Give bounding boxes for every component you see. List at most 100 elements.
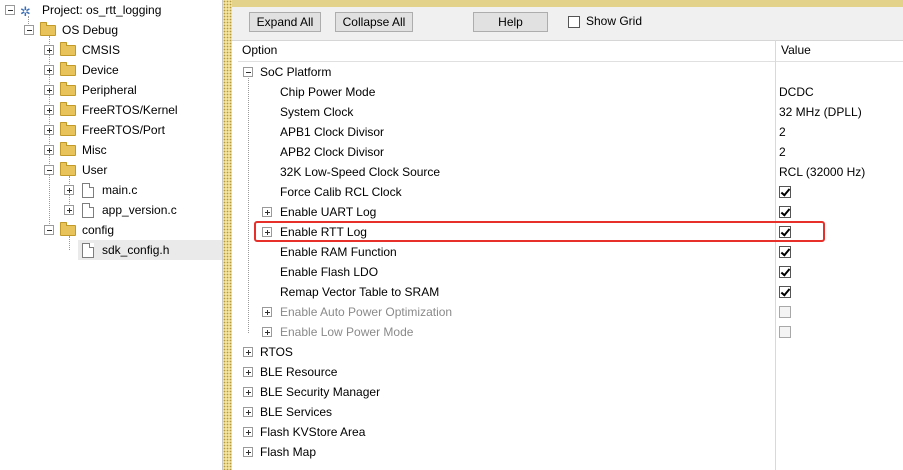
collapse-all-button[interactable]: Collapse All — [335, 12, 413, 32]
option-row-disabled[interactable]: Enable Auto Power Optimization — [238, 302, 903, 322]
option-row[interactable]: Enable Flash LDO — [238, 262, 903, 282]
option-checkbox[interactable] — [779, 186, 791, 198]
expand-icon[interactable] — [262, 207, 272, 217]
option-value[interactable]: 2 — [779, 142, 786, 162]
help-button[interactable]: Help — [473, 12, 548, 32]
folder-icon — [60, 62, 76, 76]
collapse-icon[interactable] — [44, 225, 54, 235]
tree-item-file-selected[interactable]: sdk_config.h — [78, 240, 222, 260]
expand-icon[interactable] — [44, 105, 54, 115]
option-checkbox[interactable] — [779, 266, 791, 278]
tree-label: Project: os_rtt_logging — [42, 3, 162, 17]
tree-label: CMSIS — [82, 43, 121, 57]
folder-icon — [60, 122, 76, 136]
expand-icon[interactable] — [44, 125, 54, 135]
expand-icon[interactable] — [44, 145, 54, 155]
tree-item-group[interactable]: FreeRTOS/Port — [0, 120, 222, 140]
tree-label: sdk_config.h — [102, 243, 170, 257]
option-label: Flash Map — [260, 445, 317, 459]
expand-icon[interactable] — [64, 185, 74, 195]
option-row-uart-log[interactable]: Enable UART Log — [238, 202, 903, 222]
expand-icon[interactable] — [44, 65, 54, 75]
tree-label: OS Debug — [62, 23, 119, 37]
tree-label: app_version.c — [102, 203, 177, 217]
expand-icon[interactable] — [64, 205, 74, 215]
tree-item-file[interactable]: app_version.c — [0, 200, 222, 220]
collapse-icon[interactable] — [5, 5, 15, 15]
option-label: APB2 Clock Divisor — [280, 145, 385, 159]
option-group[interactable]: RTOS — [238, 342, 903, 362]
option-label: Enable Low Power Mode — [280, 325, 414, 339]
show-grid-checkbox[interactable] — [568, 16, 580, 28]
expand-all-button[interactable]: Expand All — [249, 12, 321, 32]
tree-item-group[interactable]: CMSIS — [0, 40, 222, 60]
tree-item-group[interactable]: Device — [0, 60, 222, 80]
tree-item-group-user[interactable]: User — [0, 160, 222, 180]
option-checkbox[interactable] — [779, 246, 791, 258]
option-value[interactable]: DCDC — [779, 82, 814, 102]
expand-icon[interactable] — [262, 327, 272, 337]
option-value[interactable]: RCL (32000 Hz) — [779, 162, 865, 182]
option-label: BLE Security Manager — [260, 385, 381, 399]
option-row[interactable]: Remap Vector Table to SRAM — [238, 282, 903, 302]
option-row[interactable]: APB1 Clock Divisor 2 — [238, 122, 903, 142]
option-row[interactable]: Enable RAM Function — [238, 242, 903, 262]
collapse-icon[interactable] — [44, 165, 54, 175]
option-group[interactable]: Flash KVStore Area — [238, 422, 903, 442]
expand-icon[interactable] — [262, 307, 272, 317]
option-row[interactable]: Force Calib RCL Clock — [238, 182, 903, 202]
option-row[interactable]: System Clock 32 MHz (DPLL) — [238, 102, 903, 122]
expand-icon[interactable] — [243, 387, 253, 397]
option-row[interactable]: 32K Low-Speed Clock Source RCL (32000 Hz… — [238, 162, 903, 182]
option-checkbox-disabled[interactable] — [779, 326, 791, 338]
expand-icon[interactable] — [243, 367, 253, 377]
collapse-icon[interactable] — [24, 25, 34, 35]
option-group[interactable]: Flash Map — [238, 442, 903, 462]
option-column-header[interactable]: Option — [242, 40, 277, 61]
option-row-disabled[interactable]: Enable Low Power Mode — [238, 322, 903, 342]
expand-icon[interactable] — [243, 347, 253, 357]
option-value[interactable]: 2 — [779, 122, 786, 142]
show-grid-label: Show Grid — [586, 14, 643, 28]
option-label: Flash KVStore Area — [260, 425, 366, 439]
option-group[interactable]: BLE Resource — [238, 362, 903, 382]
tree-item-group[interactable]: Misc — [0, 140, 222, 160]
option-label: BLE Resource — [260, 365, 338, 379]
option-label: BLE Services — [260, 405, 333, 419]
tree-label: FreeRTOS/Kernel — [82, 103, 178, 117]
folder-icon — [60, 222, 76, 236]
expand-icon[interactable] — [44, 45, 54, 55]
option-group[interactable]: BLE Services — [238, 402, 903, 422]
value-column-header[interactable]: Value — [781, 40, 811, 61]
option-group-soc-platform[interactable]: SoC Platform — [238, 62, 903, 82]
option-group[interactable]: BLE Security Manager — [238, 382, 903, 402]
file-icon — [82, 183, 94, 198]
tree-item-group[interactable]: FreeRTOS/Kernel — [0, 100, 222, 120]
option-row[interactable]: Chip Power Mode DCDC — [238, 82, 903, 102]
expand-icon[interactable] — [44, 85, 54, 95]
option-label: APB1 Clock Divisor — [280, 125, 385, 139]
expand-icon[interactable] — [243, 447, 253, 457]
pane-splitter[interactable] — [223, 0, 232, 470]
option-checkbox-disabled[interactable] — [779, 306, 791, 318]
tree-item-group[interactable]: Peripheral — [0, 80, 222, 100]
highlight-box — [254, 221, 825, 242]
project-tree[interactable]: ✲ Project: os_rtt_logging OS Debug CMSIS… — [0, 0, 223, 470]
tree-item-target[interactable]: OS Debug — [0, 20, 222, 40]
tree-item-file[interactable]: main.c — [0, 180, 222, 200]
option-label: 32K Low-Speed Clock Source — [280, 165, 441, 179]
collapse-icon[interactable] — [243, 67, 253, 77]
option-row[interactable]: APB2 Clock Divisor 2 — [238, 142, 903, 162]
tree-item-group-config[interactable]: config — [0, 220, 222, 240]
option-value[interactable]: 32 MHz (DPLL) — [779, 102, 862, 122]
option-label: Remap Vector Table to SRAM — [280, 285, 440, 299]
option-checkbox[interactable] — [779, 286, 791, 298]
option-checkbox[interactable] — [779, 206, 791, 218]
grid-header: Option Value — [238, 40, 903, 62]
expand-icon[interactable] — [243, 407, 253, 417]
tree-label: main.c — [102, 183, 138, 197]
option-label: Enable RAM Function — [280, 245, 397, 259]
tree-item-project[interactable]: ✲ Project: os_rtt_logging — [0, 0, 222, 20]
expand-icon[interactable] — [243, 427, 253, 437]
tree-label: User — [82, 163, 108, 177]
